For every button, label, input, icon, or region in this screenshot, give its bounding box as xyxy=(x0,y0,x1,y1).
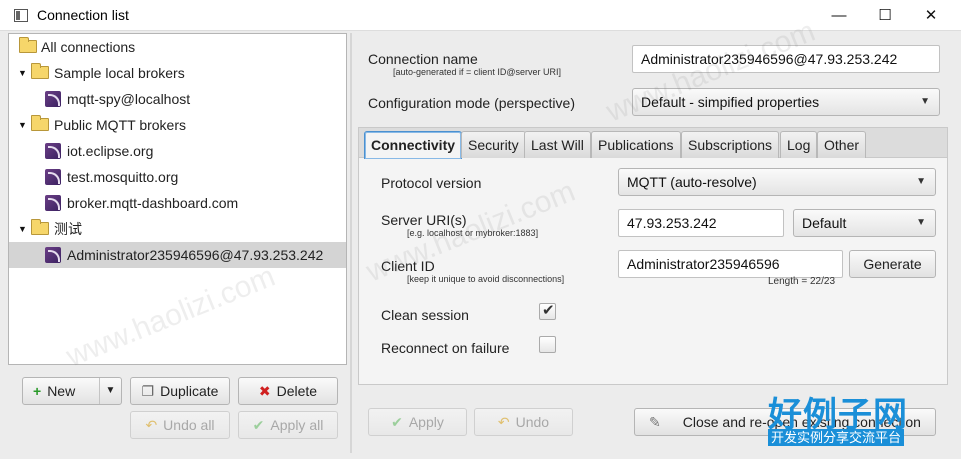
client-id-label: Client ID xyxy=(381,258,435,274)
broker-icon xyxy=(45,143,61,159)
config-mode-value: Default - simpified properties xyxy=(641,94,820,110)
expand-arrow-icon[interactable]: ▼ xyxy=(18,216,28,242)
delete-button-label: Delete xyxy=(276,383,318,399)
maximize-button[interactable]: ☐ xyxy=(862,0,908,31)
config-mode-select[interactable]: Default - simpified properties ▼ xyxy=(632,88,940,116)
client-id-input[interactable]: Administrator235946596 xyxy=(618,250,843,278)
tree-item-label: 测试 xyxy=(54,221,82,237)
delete-button[interactable]: ✖ Delete xyxy=(238,377,338,405)
apply-button[interactable]: ✔ Apply xyxy=(368,408,467,436)
close-button[interactable]: ✕ xyxy=(908,0,954,31)
tab-subscriptions[interactable]: Subscriptions xyxy=(681,131,780,158)
tab-security[interactable]: Security xyxy=(461,131,526,158)
tab-last-will[interactable]: Last Will xyxy=(524,131,591,158)
tree-item-connection[interactable]: broker.mqtt-dashboard.com xyxy=(9,190,346,216)
expand-arrow-icon[interactable]: ▼ xyxy=(18,60,28,86)
window-title: Connection list xyxy=(37,7,129,23)
tree-group-sample-local[interactable]: ▼ Sample local brokers xyxy=(9,60,346,86)
eraser-icon: ✎ xyxy=(649,414,661,430)
check-icon: ✔ xyxy=(391,414,403,430)
connection-name-hint: [auto-generated if = client ID@server UR… xyxy=(393,67,561,77)
broker-icon xyxy=(45,169,61,185)
connection-tree: All connections ▼ Sample local brokers m… xyxy=(8,33,347,365)
config-mode-label: Configuration mode (perspective) xyxy=(368,95,575,111)
chevron-down-icon: ▼ xyxy=(920,96,930,107)
chevron-down-icon: ▼ xyxy=(916,176,926,187)
apply-all-button-label: Apply all xyxy=(270,417,324,433)
tree-item-label: Administrator235946596@47.93.253.242 xyxy=(67,247,324,263)
broker-icon xyxy=(45,91,61,107)
expand-arrow-icon[interactable]: ▼ xyxy=(18,112,28,138)
folder-icon xyxy=(31,115,49,131)
apply-all-button[interactable]: ✔ Apply all xyxy=(238,411,338,439)
server-uri-input[interactable]: 47.93.253.242 xyxy=(618,209,784,237)
tree-group-public-brokers[interactable]: ▼ Public MQTT brokers xyxy=(9,112,346,138)
tab-log[interactable]: Log xyxy=(780,131,818,158)
tab-publications[interactable]: Publications xyxy=(591,131,681,158)
tree-item-label: mqtt-spy@localhost xyxy=(67,91,191,107)
undo-all-button[interactable]: ↶ Undo all xyxy=(130,411,230,439)
tree-item-label: broker.mqtt-dashboard.com xyxy=(67,195,239,211)
client-id-length: Length = 22/23 xyxy=(768,276,836,287)
connection-name-input[interactable]: Administrator235946596@47.93.253.242 xyxy=(632,45,940,73)
duplicate-button[interactable]: ❐ Duplicate xyxy=(130,377,230,405)
tab-other[interactable]: Other xyxy=(817,131,867,158)
client-id-hint: [keep it unique to avoid disconnections] xyxy=(407,274,565,284)
tree-item-label: Sample local brokers xyxy=(54,65,185,81)
server-uri-mode-value: Default xyxy=(802,215,847,231)
delete-icon: ✖ xyxy=(258,383,271,399)
broker-icon xyxy=(45,247,61,263)
undo-all-button-label: Undo all xyxy=(163,417,215,433)
apply-button-label: Apply xyxy=(408,414,444,430)
duplicate-button-label: Duplicate xyxy=(160,383,219,399)
server-uri-label: Server URI(s) xyxy=(381,212,467,228)
protocol-version-select[interactable]: MQTT (auto-resolve) ▼ xyxy=(618,168,936,196)
minimize-button[interactable]: — xyxy=(816,0,862,31)
protocol-version-value: MQTT (auto-resolve) xyxy=(627,174,757,190)
undo-button-label: Undo xyxy=(515,414,550,430)
server-uri-mode-select[interactable]: Default ▼ xyxy=(793,209,936,237)
generate-button[interactable]: Generate xyxy=(849,250,936,278)
tab-connectivity[interactable]: Connectivity xyxy=(364,131,463,159)
tree-group-test[interactable]: ▼ 测试 xyxy=(9,216,346,242)
undo-button[interactable]: ↶ Undo xyxy=(474,408,573,436)
clean-session-label: Clean session xyxy=(381,307,469,323)
new-button[interactable]: + New ▼ xyxy=(22,377,122,405)
folder-icon xyxy=(31,63,49,79)
app-icon xyxy=(14,9,28,22)
protocol-version-label: Protocol version xyxy=(381,175,482,191)
folder-icon xyxy=(31,219,49,235)
tree-item-label: iot.eclipse.org xyxy=(67,143,154,159)
checkmark-icon: ✔ xyxy=(542,302,555,319)
chevron-down-icon[interactable]: ▼ xyxy=(99,378,121,404)
undo-icon: ↶ xyxy=(497,414,510,430)
tree-item-label: Public MQTT brokers xyxy=(54,117,186,133)
pane-divider[interactable] xyxy=(350,33,352,453)
plus-icon: + xyxy=(33,383,42,399)
folder-icon xyxy=(19,37,37,53)
broker-icon xyxy=(45,195,61,211)
tree-item-connection[interactable]: test.mosquitto.org xyxy=(9,164,346,190)
copy-icon: ❐ xyxy=(141,383,155,399)
tree-item-label: All connections xyxy=(41,39,136,55)
clean-session-checkbox[interactable]: ✔ xyxy=(539,302,556,320)
server-uri-hint: [e.g. localhost or mybroker:1883] xyxy=(407,228,539,238)
tree-item-label: test.mosquitto.org xyxy=(67,169,179,185)
title-bar: Connection list — ☐ ✕ xyxy=(0,0,961,31)
tree-item-connection[interactable]: iot.eclipse.org xyxy=(9,138,346,164)
new-button-label: New xyxy=(47,383,76,399)
undo-icon: ↶ xyxy=(145,417,158,433)
tree-item-all-connections[interactable]: All connections xyxy=(9,34,346,60)
connection-name-label: Connection name xyxy=(368,51,478,67)
reconnect-label: Reconnect on failure xyxy=(381,340,510,356)
check-icon: ✔ xyxy=(252,417,265,433)
chevron-down-icon: ▼ xyxy=(916,217,926,228)
tree-item-connection-selected[interactable]: Administrator235946596@47.93.253.242 xyxy=(9,242,346,268)
tree-item-connection[interactable]: mqtt-spy@localhost xyxy=(9,86,346,112)
reconnect-checkbox[interactable] xyxy=(539,336,556,353)
watermark-logo-sub: 开发实例分享交流平台 xyxy=(768,429,905,446)
